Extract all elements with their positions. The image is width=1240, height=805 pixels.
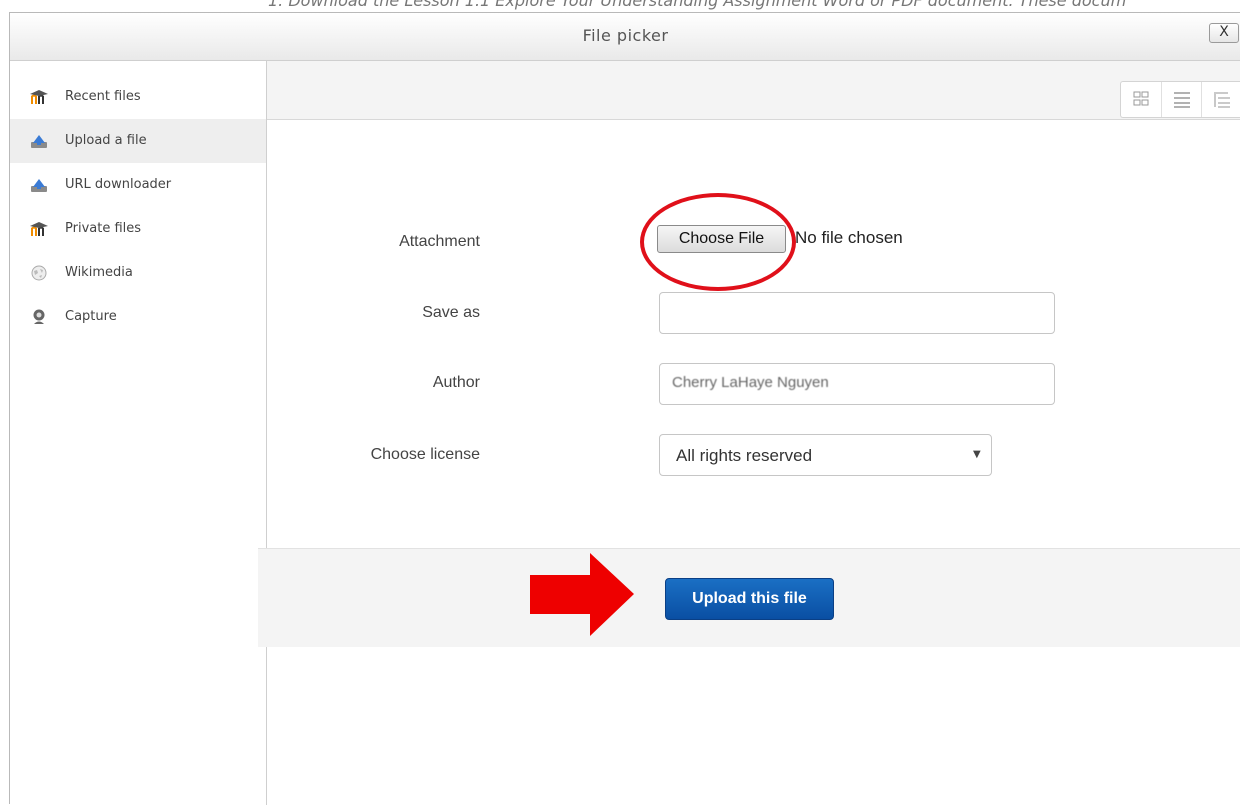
sidebar-item-upload-a-file[interactable]: Upload a file [10, 119, 266, 163]
upload-icon [31, 135, 47, 148]
sidebar-item-label: Upload a file [65, 133, 147, 148]
author-label: Author [432, 374, 480, 391]
moodle-icon [30, 222, 48, 236]
view-mode-group [1120, 81, 1240, 118]
icons-view-button[interactable] [1121, 82, 1161, 117]
upload-this-file-button[interactable]: Upload this file [665, 578, 834, 620]
sidebar-item-label: Private files [65, 221, 142, 236]
author-value: Cherry LaHaye Nguyen [672, 374, 829, 391]
tree-list-icon [1214, 92, 1230, 108]
sidebar-item-label: URL downloader [65, 177, 172, 192]
close-button[interactable]: X [1209, 23, 1239, 43]
sidebar-item-capture[interactable]: Capture [10, 295, 266, 339]
file-picker-dialog: File picker X Recent files Upload a file [9, 12, 1240, 805]
background-instruction-text: 1. Download the Lesson 1.1 Explore Your … [268, 0, 1127, 10]
moodle-icon [30, 90, 48, 104]
license-selected-value: All rights reserved [676, 446, 813, 465]
sidebar-item-wikimedia[interactable]: Wikimedia [10, 251, 266, 295]
license-label: Choose license [370, 446, 480, 463]
sidebar-item-label: Recent files [65, 89, 141, 104]
license-select[interactable]: All rights reserved ▼ [659, 434, 992, 476]
author-input[interactable]: Cherry LaHaye Nguyen [659, 363, 1055, 405]
sidebar-item-private-files[interactable]: Private files [10, 207, 266, 251]
dialog-titlebar: File picker X [10, 13, 1240, 61]
webcam-icon [33, 309, 45, 324]
list-view-button[interactable] [1161, 82, 1201, 117]
sidebar-item-label: Capture [65, 309, 117, 324]
tree-view-button[interactable] [1201, 82, 1240, 117]
list-icon [1174, 92, 1190, 108]
attachment-label: Attachment [399, 233, 480, 250]
highlight-circle [640, 193, 796, 291]
no-file-chosen-text: No file chosen [795, 228, 903, 247]
save-as-input[interactable] [659, 292, 1055, 334]
dialog-title: File picker [582, 26, 669, 45]
file-picker-toolbar [267, 61, 1240, 120]
dropdown-arrow-icon: ▼ [973, 449, 981, 460]
wikimedia-icon [31, 265, 47, 281]
url-download-icon [31, 179, 47, 192]
sidebar-item-url-downloader[interactable]: URL downloader [10, 163, 266, 207]
red-arrow-pointer [530, 553, 634, 636]
repository-sidebar: Recent files Upload a file URL downloade… [10, 61, 267, 805]
sidebar-item-recent-files[interactable]: Recent files [10, 75, 266, 119]
sidebar-item-label: Wikimedia [65, 265, 133, 280]
grid-icon [1133, 91, 1149, 106]
save-as-label: Save as [422, 304, 480, 321]
